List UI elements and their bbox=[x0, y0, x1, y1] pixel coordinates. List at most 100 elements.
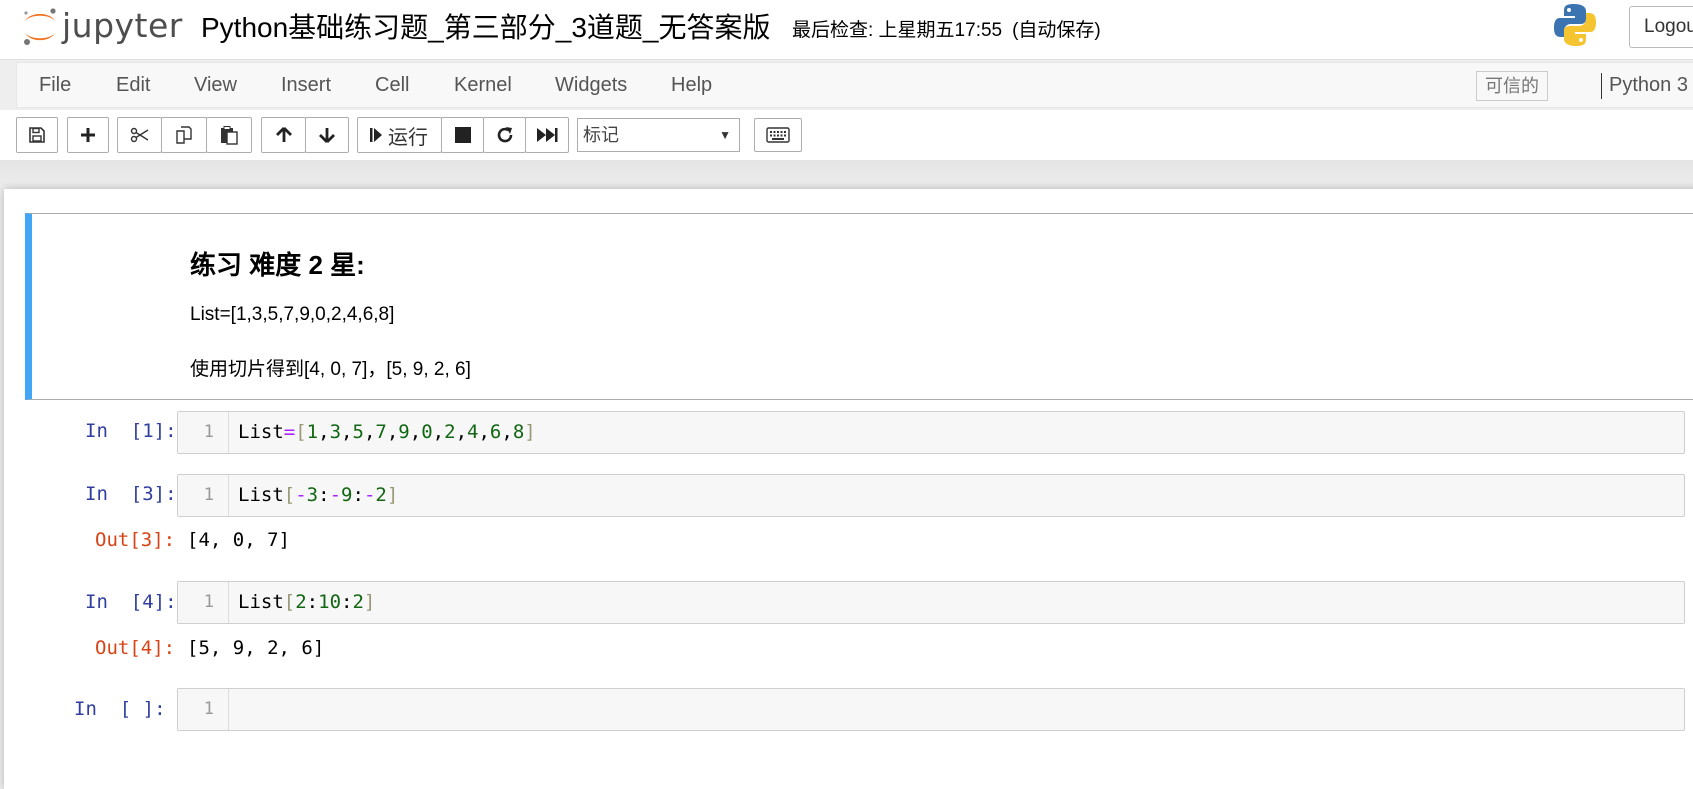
code-operator-token: - bbox=[295, 484, 307, 506]
code-bracket-token: ] bbox=[524, 421, 536, 443]
arrow-up-icon bbox=[275, 127, 292, 142]
code-cell-input[interactable]: 1 List[2:10:2] bbox=[177, 581, 1685, 624]
code-punctuation-token: , bbox=[318, 421, 330, 443]
interrupt-button[interactable] bbox=[441, 117, 484, 153]
code-bracket-token: ] bbox=[386, 484, 399, 506]
cut-icon bbox=[130, 127, 148, 143]
out-prompt: Out[3]: bbox=[95, 529, 176, 551]
menu-help[interactable]: Help bbox=[671, 63, 712, 107]
in-prompt: In [1]: bbox=[85, 420, 177, 442]
fast-forward-icon bbox=[537, 128, 558, 142]
line-number: 1 bbox=[178, 412, 229, 453]
insert-cell-button[interactable] bbox=[67, 117, 109, 153]
code-operator-token: - bbox=[363, 484, 376, 506]
paste-button[interactable] bbox=[206, 117, 252, 153]
autosave-text: (自动保存) bbox=[1012, 20, 1101, 41]
save-button[interactable] bbox=[16, 117, 58, 153]
code-number-token: 4 bbox=[467, 421, 479, 443]
notebook-backdrop bbox=[0, 160, 1693, 190]
code-number-token: 7 bbox=[375, 421, 387, 443]
code-name-token: List bbox=[238, 484, 284, 506]
code-number-token: 2 bbox=[295, 591, 307, 613]
move-up-button[interactable] bbox=[261, 117, 306, 153]
code-cell-input[interactable]: 1 List[-3:-9:-2] bbox=[177, 474, 1685, 517]
code-number-token: 9 bbox=[341, 484, 353, 506]
code-bracket-token: [ bbox=[295, 421, 307, 443]
paste-icon bbox=[221, 126, 238, 145]
code-punctuation-token: , bbox=[409, 421, 422, 443]
jupyter-logo[interactable]: jupyter bbox=[20, 4, 190, 48]
code-punctuation-token: , bbox=[341, 421, 353, 443]
code-number-token: 2 bbox=[375, 484, 387, 506]
save-icon bbox=[29, 127, 45, 143]
checkpoint-text: 最后检查: 上星期五17:55 bbox=[792, 20, 1003, 41]
copy-button[interactable] bbox=[161, 117, 207, 153]
in-prompt: In [3]: bbox=[85, 483, 177, 505]
command-palette-button[interactable] bbox=[754, 118, 802, 152]
code-punctuation-token: , bbox=[501, 421, 513, 443]
code-punctuation-token: , bbox=[363, 421, 376, 443]
trusted-indicator[interactable]: 可信的 bbox=[1476, 71, 1548, 101]
run-label: 运行 bbox=[388, 126, 428, 149]
dropdown-arrow-icon: ▼ bbox=[719, 128, 731, 142]
restart-button[interactable] bbox=[483, 117, 526, 153]
code-punctuation-token: , bbox=[478, 421, 490, 443]
notebook-title[interactable]: Python基础练习题_第三部分_3道题_无答案版 bbox=[201, 6, 770, 46]
toolbar: 运行 标记 ▼ bbox=[0, 110, 1693, 160]
code-punctuation-token: : bbox=[318, 484, 330, 506]
run-all-button[interactable] bbox=[525, 117, 569, 153]
code-punctuation-token: , bbox=[386, 421, 399, 443]
out-prompt: Out[4]: bbox=[95, 637, 176, 659]
code-number-token: 1 bbox=[306, 421, 319, 443]
code-bracket-token: ] bbox=[363, 591, 376, 613]
code-number-token: 3 bbox=[329, 421, 342, 443]
code-number-token: 2 bbox=[352, 591, 364, 613]
code-line[interactable]: List[-3:-9:-2] bbox=[238, 475, 398, 516]
markdown-cell[interactable]: 练习 难度 2 星: List=[1,3,5,7,9,0,2,4,6,8] 使用… bbox=[25, 213, 1693, 400]
plus-icon bbox=[81, 128, 95, 142]
code-number-token: 3 bbox=[306, 484, 319, 506]
code-name-token: List bbox=[238, 421, 284, 443]
menu-widgets[interactable]: Widgets bbox=[555, 63, 627, 107]
python-logo-icon bbox=[1554, 4, 1596, 46]
cut-button[interactable] bbox=[117, 117, 162, 153]
code-number-token: 0 bbox=[421, 421, 433, 443]
kernel-divider bbox=[1601, 73, 1602, 99]
jupyter-logo-icon bbox=[24, 8, 56, 45]
menu-insert[interactable]: Insert bbox=[281, 63, 331, 107]
in-prompt: In [4]: bbox=[85, 591, 177, 613]
code-punctuation-token: : bbox=[352, 484, 364, 506]
code-punctuation-token: , bbox=[432, 421, 445, 443]
cell-type-value: 标记 bbox=[583, 125, 619, 145]
code-line[interactable]: List[2:10:2] bbox=[238, 582, 375, 623]
code-punctuation-token: : bbox=[306, 591, 319, 613]
checkpoint-status: 最后检查: 上星期五17:55 (自动保存) bbox=[792, 15, 1101, 42]
code-number-token: 8 bbox=[512, 421, 525, 443]
cell-output: [5, 9, 2, 6] bbox=[187, 637, 325, 659]
code-number-token: 9 bbox=[398, 421, 410, 443]
logout-button[interactable]: Logout bbox=[1629, 6, 1693, 48]
markdown-heading: 练习 难度 2 星: bbox=[190, 250, 365, 280]
line-number: 1 bbox=[178, 582, 229, 623]
menu-file[interactable]: File bbox=[39, 63, 71, 107]
move-down-button[interactable] bbox=[305, 117, 349, 153]
menubar: File Edit View Insert Cell Kernel Widget… bbox=[16, 62, 1693, 108]
menu-edit[interactable]: Edit bbox=[116, 63, 150, 107]
code-punctuation-token: : bbox=[341, 591, 353, 613]
code-punctuation-token: , bbox=[455, 421, 468, 443]
code-line[interactable]: List=[1,3,5,7,9,0,2,4,6,8] bbox=[238, 412, 536, 453]
code-cell-input[interactable]: 1 bbox=[177, 688, 1685, 731]
header: jupyter Python基础练习题_第三部分_3道题_无答案版 最后检查: … bbox=[0, 0, 1693, 60]
menu-view[interactable]: View bbox=[194, 63, 237, 107]
kernel-indicator[interactable]: Python 3 bbox=[1609, 63, 1688, 107]
code-bracket-token: [ bbox=[283, 484, 296, 506]
line-number: 1 bbox=[178, 475, 229, 516]
menu-cell[interactable]: Cell bbox=[375, 63, 409, 107]
cell-type-select[interactable]: 标记 ▼ bbox=[577, 118, 740, 152]
line-number: 1 bbox=[178, 689, 229, 730]
menu-kernel[interactable]: Kernel bbox=[454, 63, 512, 107]
code-number-token: 6 bbox=[489, 421, 502, 443]
run-button[interactable]: 运行 bbox=[357, 117, 442, 153]
keyboard-icon bbox=[766, 127, 790, 143]
code-cell-input[interactable]: 1 List=[1,3,5,7,9,0,2,4,6,8] bbox=[177, 411, 1685, 454]
